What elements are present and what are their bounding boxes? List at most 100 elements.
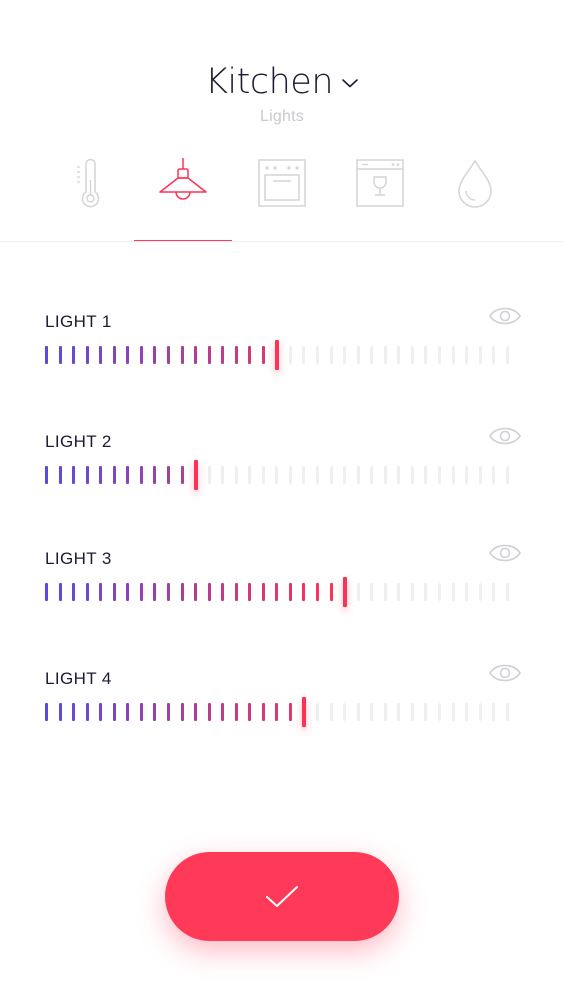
tab-water[interactable] bbox=[426, 150, 524, 242]
slider-tick bbox=[410, 466, 414, 484]
slider-tick bbox=[153, 346, 157, 364]
brightness-slider[interactable] bbox=[45, 697, 515, 727]
light-label: LIGHT 4 bbox=[45, 669, 112, 688]
slider-tick bbox=[261, 466, 265, 484]
slider-tick bbox=[72, 583, 76, 601]
slider-tick bbox=[329, 583, 333, 601]
slider-tick bbox=[99, 703, 103, 721]
slider-tick bbox=[383, 703, 387, 721]
slider-tick bbox=[397, 583, 401, 601]
light-label: LIGHT 3 bbox=[45, 549, 112, 568]
slider-tick bbox=[99, 346, 103, 364]
slider-tick bbox=[424, 466, 428, 484]
slider-tick bbox=[139, 466, 143, 484]
slider-tick bbox=[505, 583, 509, 601]
eye-icon[interactable] bbox=[488, 422, 522, 450]
slider-tick bbox=[234, 583, 238, 601]
slider-tick bbox=[261, 703, 265, 721]
slider-tick bbox=[180, 583, 184, 601]
brightness-slider[interactable] bbox=[45, 340, 515, 370]
slider-tick bbox=[126, 466, 130, 484]
slider-tick bbox=[465, 466, 469, 484]
slider-tick bbox=[166, 346, 170, 364]
slider-tick bbox=[492, 466, 496, 484]
room-selector[interactable]: Kitchen bbox=[205, 62, 359, 102]
slider-tick bbox=[478, 346, 482, 364]
slider-tick bbox=[437, 703, 441, 721]
dishwasher-icon bbox=[356, 159, 404, 207]
slider-tick bbox=[45, 703, 48, 721]
brightness-slider[interactable] bbox=[45, 577, 515, 607]
tab-dishwasher[interactable] bbox=[331, 150, 429, 242]
slider-thumb[interactable] bbox=[342, 577, 347, 607]
slider-tick bbox=[234, 346, 238, 364]
light-label: LIGHT 1 bbox=[45, 312, 112, 331]
slider-tick bbox=[221, 703, 225, 721]
tab-climate[interactable] bbox=[40, 150, 138, 242]
slider-tick bbox=[194, 703, 198, 721]
slider-tick bbox=[180, 346, 184, 364]
device-tabs bbox=[40, 150, 524, 242]
slider-tick bbox=[139, 583, 143, 601]
slider-tick bbox=[370, 703, 374, 721]
slider-tick bbox=[45, 583, 48, 601]
slider-tick bbox=[465, 583, 469, 601]
slider-tick bbox=[58, 346, 62, 364]
confirm-button[interactable] bbox=[165, 852, 399, 941]
slider-tick bbox=[139, 346, 143, 364]
slider-tick bbox=[45, 346, 48, 364]
slider-tick bbox=[343, 346, 347, 364]
slider-tick bbox=[288, 346, 292, 364]
slider-tick bbox=[248, 583, 252, 601]
slider-tick bbox=[194, 346, 198, 364]
slider-tick bbox=[302, 346, 306, 364]
slider-tick bbox=[410, 583, 414, 601]
slider-thumb[interactable] bbox=[274, 340, 279, 370]
slider-tick bbox=[234, 703, 238, 721]
slider-tick bbox=[180, 703, 184, 721]
slider-tick bbox=[58, 466, 62, 484]
slider-tick bbox=[424, 346, 428, 364]
slider-tick bbox=[302, 583, 306, 601]
slider-tick bbox=[424, 583, 428, 601]
slider-thumb[interactable] bbox=[301, 697, 306, 727]
slider-tick bbox=[316, 466, 319, 484]
eye-icon[interactable] bbox=[488, 302, 522, 330]
slider-tick bbox=[221, 466, 225, 484]
slider-tick bbox=[465, 346, 469, 364]
slider-tick bbox=[302, 466, 306, 484]
slider-tick bbox=[275, 466, 279, 484]
eye-icon[interactable] bbox=[488, 539, 522, 567]
slider-tick bbox=[505, 466, 509, 484]
slider-tick bbox=[166, 466, 170, 484]
slider-tick bbox=[153, 466, 157, 484]
slider-tick bbox=[166, 703, 170, 721]
slider-thumb[interactable] bbox=[193, 460, 198, 490]
slider-tick bbox=[221, 583, 225, 601]
tabs-divider bbox=[0, 241, 564, 242]
slider-tick bbox=[234, 466, 238, 484]
slider-tick bbox=[139, 703, 143, 721]
slider-tick bbox=[261, 346, 265, 364]
tab-oven[interactable] bbox=[233, 150, 331, 242]
slider-tick bbox=[316, 583, 319, 601]
slider-tick bbox=[126, 346, 130, 364]
slider-tick bbox=[343, 466, 347, 484]
slider-tick bbox=[248, 466, 252, 484]
slider-tick bbox=[207, 703, 211, 721]
slider-tick bbox=[126, 583, 130, 601]
eye-icon[interactable] bbox=[488, 659, 522, 687]
slider-tick bbox=[72, 466, 76, 484]
brightness-slider[interactable] bbox=[45, 460, 515, 490]
slider-tick bbox=[356, 583, 360, 601]
oven-icon bbox=[258, 159, 306, 207]
slider-tick bbox=[437, 466, 441, 484]
light-row-4: LIGHT 4 bbox=[45, 664, 522, 749]
slider-tick bbox=[112, 466, 116, 484]
slider-tick bbox=[451, 703, 455, 721]
tab-lights[interactable] bbox=[134, 150, 232, 242]
slider-tick bbox=[85, 466, 89, 484]
slider-tick bbox=[126, 703, 130, 721]
slider-tick bbox=[194, 583, 198, 601]
page-subtitle: Lights bbox=[260, 108, 304, 125]
